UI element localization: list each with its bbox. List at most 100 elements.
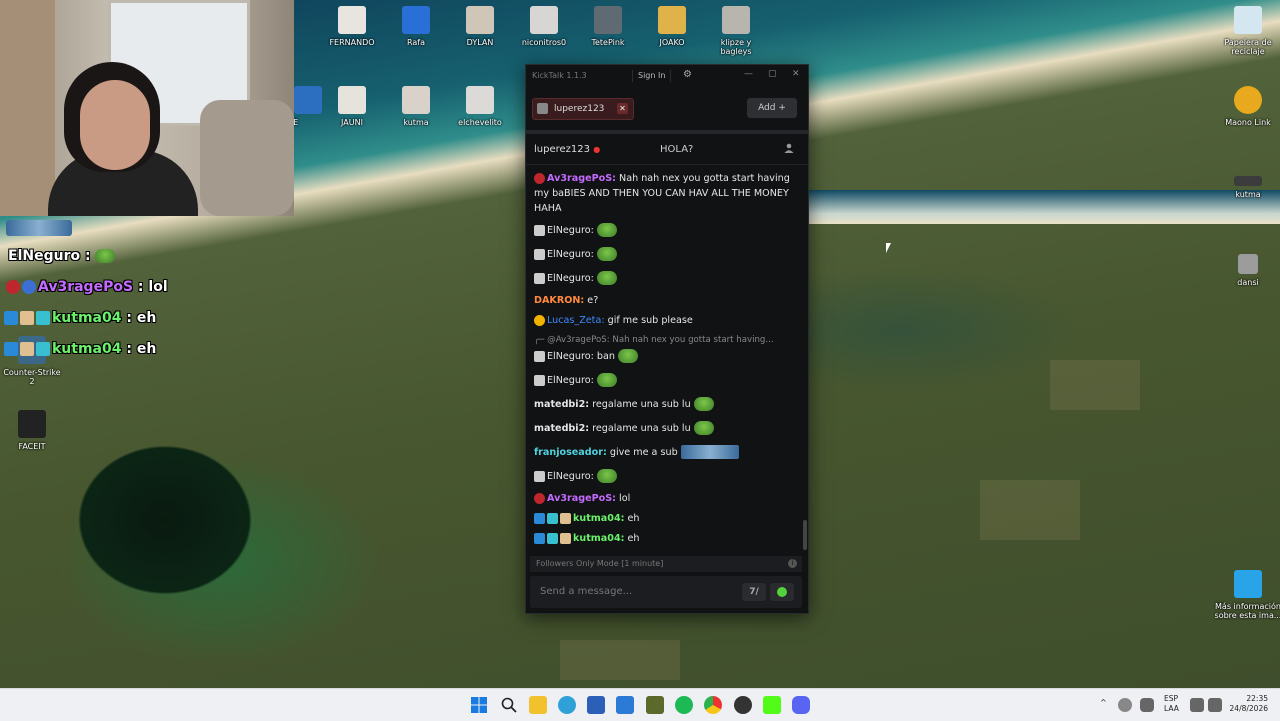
chat-message: ElNeguro: ban: [534, 349, 796, 364]
badge-icon: [4, 342, 18, 356]
badge-icon: [547, 532, 558, 544]
wallpaper-field: [560, 640, 680, 680]
overlay-chat-line: kutma04 : eh: [4, 310, 156, 326]
chat-message: DAKRON: e?: [534, 295, 599, 306]
discord-icon[interactable]: [792, 696, 810, 714]
desktop-icon-joako[interactable]: JOAKO: [640, 6, 704, 47]
badge-icon: [547, 512, 558, 524]
reply-preview[interactable]: ╭─ @Av3ragePoS: Nah nah nex you gotta st…: [534, 333, 796, 348]
pepe-emote-icon: [596, 223, 617, 237]
spotify-icon[interactable]: [675, 696, 693, 714]
reply-line-icon: ╭─: [534, 335, 548, 345]
desktop-icon-recycle-bin[interactable]: Papelera de reciclaje: [1216, 6, 1280, 56]
chat-messages: Av3ragePoS: Nah nah nex you gotta start …: [526, 167, 802, 551]
chat-username[interactable]: Av3ragePoS:: [547, 173, 616, 184]
kick-emote-icon: [777, 587, 787, 597]
desktop-icon-elchevelito[interactable]: elchevelito: [448, 86, 512, 127]
chat-message: matedbi2: regalame una sub lu: [534, 421, 796, 436]
pepe-emote-icon: [596, 271, 617, 285]
channel-name[interactable]: luperez123 ●: [534, 144, 600, 155]
spotlight-icon: [1234, 570, 1262, 598]
overlay-chat-line: Av3ragePoS : lol: [6, 279, 168, 295]
desktop-icon-kutma-2[interactable]: kutma: [1216, 176, 1280, 199]
chrome-icon: [22, 280, 36, 294]
desktop-icon-maono-link[interactable]: Maono Link: [1216, 86, 1280, 127]
desktop-icon-jauni[interactable]: JAUNI: [320, 86, 384, 127]
wallpaper-field: [980, 480, 1080, 540]
desktop-icon-spotlight[interactable]: Más información sobre esta ima...: [1212, 570, 1280, 620]
desktop-icon-klipze[interactable]: klipze y bagleys: [704, 6, 768, 56]
message-input[interactable]: Send a message... 7∕: [530, 576, 802, 608]
chat-message: ElNeguro:: [534, 469, 796, 484]
kick-icon[interactable]: [763, 696, 781, 714]
badge-icon: [534, 272, 545, 284]
badge-icon: [36, 342, 50, 356]
tab-close-icon[interactable]: ✕: [617, 103, 628, 114]
language-indicator[interactable]: ESP LAA: [1164, 694, 1179, 714]
edge-icon[interactable]: [558, 696, 576, 714]
desktop-icon-rafa[interactable]: Rafa: [384, 6, 448, 47]
jauni-icon: [338, 86, 366, 114]
desktop-icon-niconitros0[interactable]: niconitros0: [512, 6, 576, 47]
windows-start-icon[interactable]: [470, 696, 488, 714]
chat-message: matedbi2: regalame una sub lu: [534, 397, 796, 412]
desktop-icon-kutma[interactable]: kutma: [384, 86, 448, 127]
taskbar: ^ ESP LAA 22:35 24/8/2026: [0, 688, 1280, 721]
7tv-emote-button[interactable]: 7∕: [742, 583, 766, 601]
obs-icon[interactable]: [734, 696, 752, 714]
badge-icon: [20, 311, 34, 325]
add-channel-button[interactable]: Add +: [747, 98, 797, 118]
pepe-emote-icon: [95, 249, 116, 263]
maximize-button[interactable]: ▢: [768, 69, 777, 79]
info-icon[interactable]: i: [788, 559, 797, 568]
minimize-button[interactable]: —: [744, 69, 753, 79]
file-explorer-icon[interactable]: [529, 696, 547, 714]
chat-scrollbar[interactable]: [803, 520, 807, 550]
badge-icon: [4, 311, 18, 325]
wallpaper-coast: [806, 190, 1280, 224]
mouse-cursor-icon: [886, 243, 891, 253]
webcam-person-face: [80, 80, 150, 170]
avatar: [537, 103, 548, 114]
chat-message: ElNeguro:: [534, 271, 796, 286]
plus-icon: +: [778, 103, 786, 113]
chat-message: Av3ragePoS: lol: [534, 491, 796, 506]
search-icon[interactable]: [500, 696, 518, 714]
chrome-icon[interactable]: [704, 696, 722, 714]
network-icon[interactable]: [1190, 698, 1204, 712]
chat-message: kutma04: eh: [534, 531, 796, 546]
user-icon[interactable]: [784, 143, 794, 153]
mail-icon[interactable]: [616, 696, 634, 714]
microphone-icon[interactable]: [1140, 698, 1154, 712]
badge-icon: [36, 311, 50, 325]
gear-icon[interactable]: ⚙: [683, 69, 692, 80]
close-button[interactable]: ✕: [792, 69, 800, 79]
app-icon[interactable]: [646, 696, 664, 714]
pepe-emote-icon: [596, 373, 617, 387]
followers-mode-banner: Followers Only Mode [1 minute] i: [530, 556, 802, 572]
chat-message: Lucas_Zeta: gif me sub please: [534, 313, 796, 328]
onedrive-icon[interactable]: [1118, 698, 1132, 712]
sign-in-button[interactable]: Sign In: [632, 70, 672, 82]
desktop-icon-dansi[interactable]: dansi: [1216, 254, 1280, 287]
system-clock[interactable]: 22:35 24/8/2026: [1224, 694, 1268, 714]
overlay-chat-line: kutma04 : eh: [4, 341, 156, 357]
badge-icon: [534, 248, 545, 260]
webcam-pillow: [200, 100, 294, 216]
store-icon[interactable]: [587, 696, 605, 714]
desktop-icon-fernando[interactable]: FERNANDO: [320, 6, 384, 47]
desktop-icon-tetepink[interactable]: TetePink: [576, 6, 640, 47]
volume-icon[interactable]: [1208, 698, 1222, 712]
desktop-icon-faceit[interactable]: FACEIT: [0, 410, 64, 451]
fernando-icon: [338, 6, 366, 34]
tab-luperez123[interactable]: luperez123 ✕: [532, 98, 634, 120]
chat-message: ElNeguro:: [534, 247, 796, 262]
tray-chevron-icon[interactable]: ^: [1100, 698, 1107, 707]
channel-header: luperez123 ● HOLA?: [526, 134, 808, 165]
kick-emote-button[interactable]: [770, 583, 794, 601]
desktop-icon-dylan[interactable]: DYLAN: [448, 6, 512, 47]
maono-link-icon: [1234, 86, 1262, 114]
counter-strike-icon: [594, 6, 622, 34]
live-dot-icon: ●: [593, 145, 601, 154]
pepe-emote-icon: [596, 247, 617, 261]
